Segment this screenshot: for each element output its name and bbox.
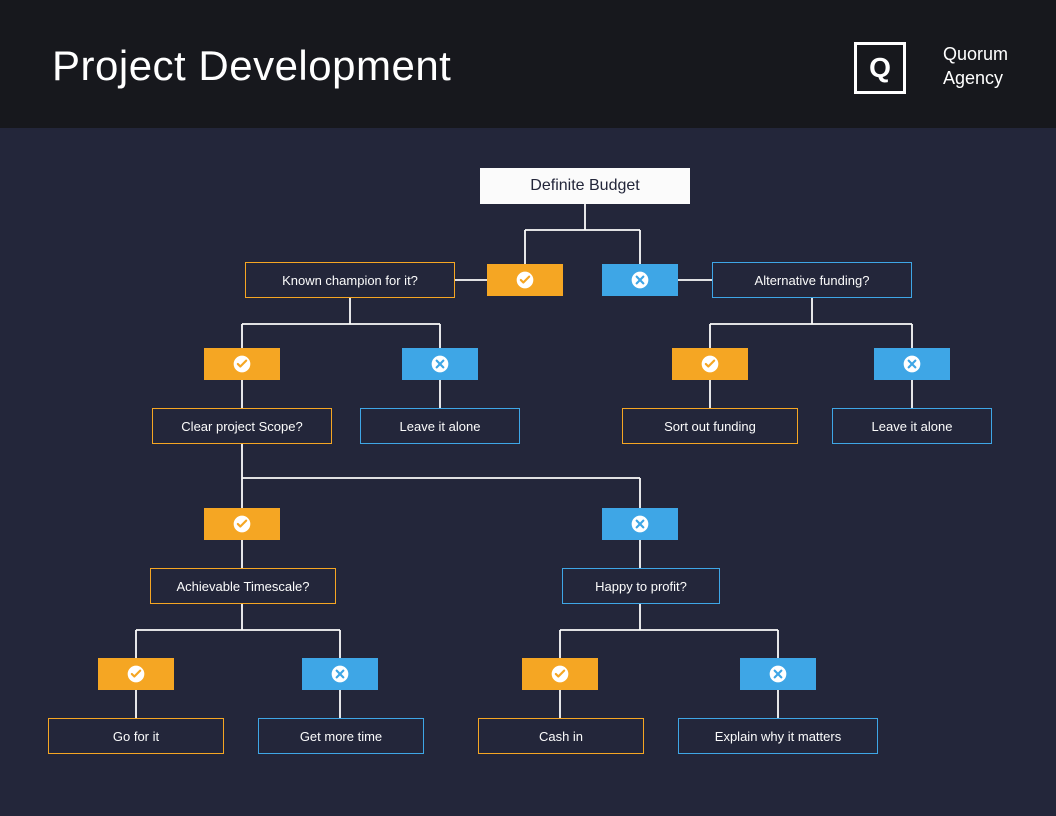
page-header: Project Development Q Quorum Agency: [0, 0, 1056, 128]
node-known-champion: Known champion for it?: [245, 262, 455, 298]
check-icon: [487, 264, 563, 296]
cross-icon: [740, 658, 816, 690]
node-cash-in: Cash in: [478, 718, 644, 754]
node-leave-alone-1: Leave it alone: [360, 408, 520, 444]
brand-name: Quorum Agency: [943, 42, 1008, 90]
check-icon: [204, 508, 280, 540]
check-icon: [522, 658, 598, 690]
brand-line-1: Quorum: [943, 42, 1008, 66]
node-root: Definite Budget: [480, 168, 690, 204]
node-alt-funding: Alternative funding?: [712, 262, 912, 298]
node-go-for-it: Go for it: [48, 718, 224, 754]
cross-icon: [602, 508, 678, 540]
brand-line-2: Agency: [943, 66, 1008, 90]
check-icon: [672, 348, 748, 380]
brand-logo-letter: Q: [869, 52, 891, 84]
node-leave-alone-2: Leave it alone: [832, 408, 992, 444]
diagram-canvas: Definite Budget Known champion for it? A…: [0, 128, 1056, 816]
node-explain-matters: Explain why it matters: [678, 718, 878, 754]
brand-logo: Q: [854, 42, 906, 94]
node-happy-profit: Happy to profit?: [562, 568, 720, 604]
node-achievable-ts: Achievable Timescale?: [150, 568, 336, 604]
check-icon: [98, 658, 174, 690]
cross-icon: [302, 658, 378, 690]
check-icon: [204, 348, 280, 380]
node-get-more-time: Get more time: [258, 718, 424, 754]
node-clear-scope: Clear project Scope?: [152, 408, 332, 444]
node-sort-funding: Sort out funding: [622, 408, 798, 444]
page-title: Project Development: [52, 42, 451, 90]
cross-icon: [602, 264, 678, 296]
cross-icon: [874, 348, 950, 380]
cross-icon: [402, 348, 478, 380]
connectors: [0, 128, 1056, 816]
